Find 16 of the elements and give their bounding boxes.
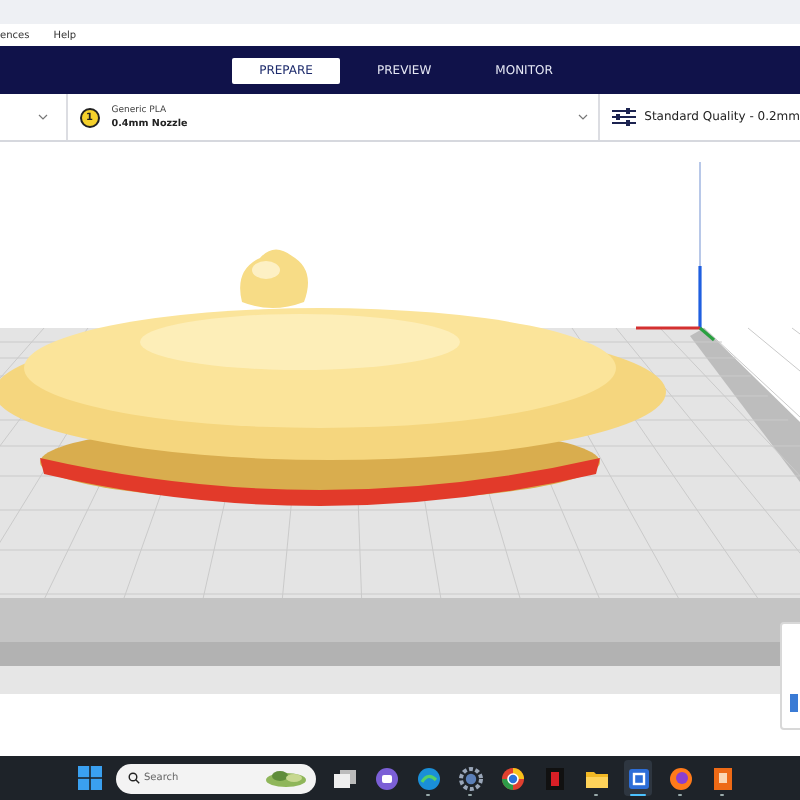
chat-bubble-icon [373, 765, 399, 791]
app-tile-icon [625, 765, 651, 791]
chevron-down-icon[interactable] [578, 114, 589, 120]
windows-logo-icon[interactable] [78, 766, 102, 790]
squares-icon [331, 765, 357, 791]
app-tile-icon [709, 765, 735, 791]
chevron-down-icon[interactable] [37, 114, 48, 120]
taskbar-app[interactable] [624, 760, 652, 796]
video-app-icon [541, 765, 567, 791]
ring-icon [499, 765, 525, 791]
swirl-icon [415, 765, 441, 791]
gear-icon [457, 765, 483, 791]
sliders-icon[interactable] [612, 108, 637, 126]
search-icon [128, 772, 140, 784]
fox-globe-icon [667, 765, 693, 791]
leaf-highlight-icon [264, 768, 308, 788]
